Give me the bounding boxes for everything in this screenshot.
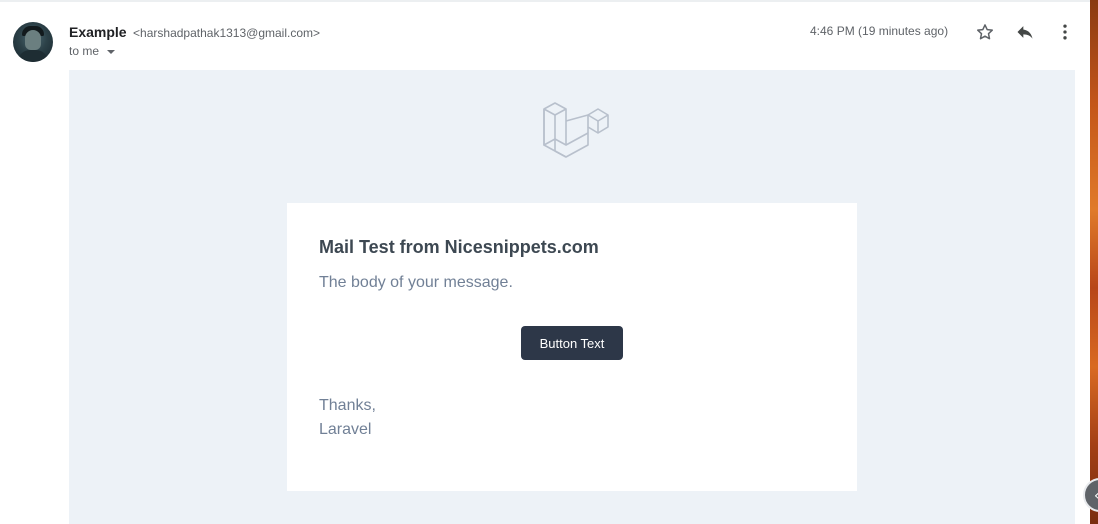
recipient-details-toggle[interactable]: to me <box>69 44 116 58</box>
side-panel-toggle[interactable]: ‹ <box>1083 478 1098 512</box>
sender-avatar[interactable] <box>13 22 53 62</box>
reply-button[interactable] <box>1012 19 1038 45</box>
more-vert-icon <box>1063 24 1067 40</box>
recipient-label: to me <box>69 44 100 58</box>
top-divider <box>0 0 1090 2</box>
star-button[interactable] <box>972 19 998 45</box>
sender-name[interactable]: Example <box>69 24 127 40</box>
chevron-left-icon: ‹ <box>1094 488 1098 504</box>
email-body-text: The body of your message. <box>319 274 513 291</box>
more-options-button[interactable] <box>1052 19 1078 45</box>
background-edge-strip <box>1090 0 1098 524</box>
email-title: Mail Test from Nicesnippets.com <box>319 237 599 257</box>
email-view: Example <harshadpathak1313@gmail.com> to… <box>0 0 1098 524</box>
laravel-logo-icon <box>543 102 609 158</box>
action-button[interactable]: Button Text <box>521 326 623 360</box>
reply-icon <box>1017 26 1033 39</box>
caret-down-icon <box>107 49 116 54</box>
signoff-text: Thanks, <box>319 397 376 414</box>
sender-email: <harshadpathak1313@gmail.com> <box>133 26 321 40</box>
star-icon <box>977 24 993 40</box>
email-timestamp: 4:46 PM (19 minutes ago) <box>810 24 949 38</box>
signature-text: Laravel <box>319 421 372 438</box>
sender-line: Example <harshadpathak1313@gmail.com> <box>69 24 320 42</box>
email-card: Mail Test from Nicesnippets.com The body… <box>287 203 857 491</box>
